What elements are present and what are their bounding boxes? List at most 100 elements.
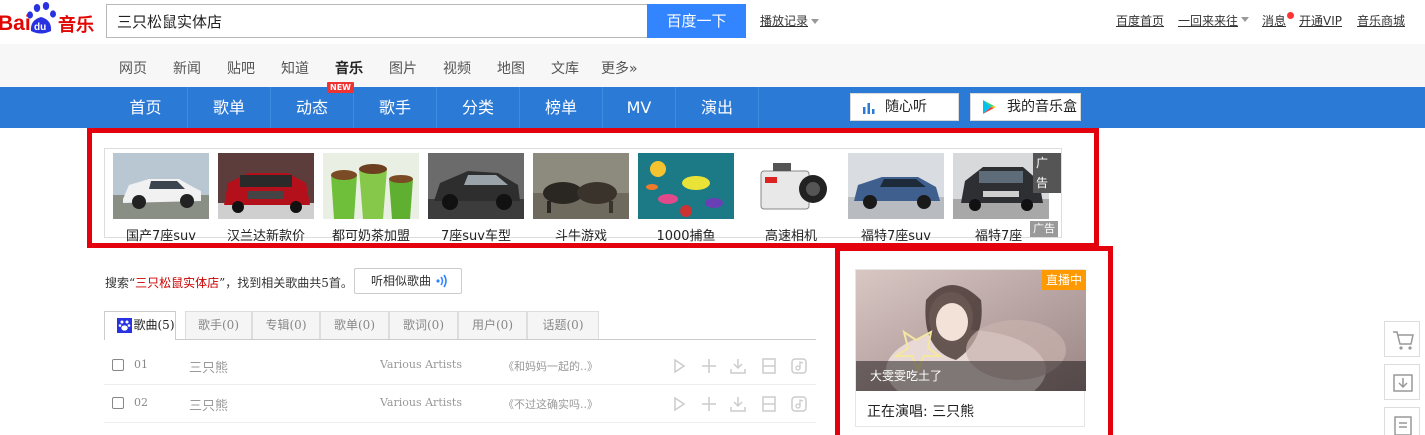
song-number: 01	[134, 358, 148, 371]
notification-dot	[1287, 12, 1294, 19]
ad-image-milk-tea	[323, 153, 419, 219]
ad-item[interactable]: 1000捕鱼	[638, 153, 734, 244]
ad-caption: 斗牛游戏	[554, 229, 607, 244]
download-icon[interactable]	[729, 395, 747, 413]
channel-more[interactable]: 更多»	[601, 58, 638, 78]
song-title[interactable]: 三只熊	[189, 395, 228, 414]
search-input[interactable]	[106, 4, 647, 38]
ad-caption: 都可奶茶加盟	[331, 229, 410, 244]
download-tool-button[interactable]	[1384, 364, 1420, 400]
result-tabs: 歌曲(5) 歌手(0) 专辑(0) 歌单(0) 歌词(0) 用户(0) 话题(0…	[104, 311, 816, 340]
song-album[interactable]: 《不过这确实吗..》	[503, 396, 598, 412]
my-music-box-button[interactable]: 我的音乐盒	[970, 93, 1081, 121]
add-icon[interactable]	[700, 395, 718, 413]
nav-categories[interactable]: 分类	[437, 87, 520, 128]
collect-icon[interactable]	[760, 395, 778, 413]
listen-similar-button[interactable]: 听相似歌曲	[354, 268, 462, 294]
play-history-label: 播放记录	[760, 14, 809, 28]
tab-topics[interactable]: 话题(0)	[527, 311, 599, 339]
nav-feed[interactable]: 动态	[271, 87, 354, 128]
nav-playlists[interactable]: 歌单	[188, 87, 271, 128]
channel-wenku[interactable]: 文库	[551, 58, 579, 78]
ad-caption: 高速相机	[764, 229, 817, 244]
song-row[interactable]: 01 三只熊 Various Artists 《和妈妈一起的..》	[104, 347, 816, 385]
ad-caption: 福特7座suv	[861, 229, 931, 244]
random-listen-button[interactable]: 随心听	[850, 93, 959, 121]
live-thumbnail[interactable]: 直播中 大雯雯吃土了	[856, 270, 1086, 391]
ad-item[interactable]: 7座suv车型	[428, 153, 524, 244]
live-card[interactable]: 直播中 大雯雯吃土了 正在演唱: 三只熊	[855, 269, 1086, 427]
notes-icon	[1394, 416, 1412, 435]
live-status-badge: 直播中	[1041, 270, 1086, 290]
music-mall-link[interactable]: 音乐商城	[1357, 12, 1405, 29]
channel-tieba[interactable]: 贴吧	[227, 58, 255, 78]
ad-image-suv	[113, 153, 209, 219]
song-row[interactable]: 02 三只熊 Various Artists 《不过这确实吗..》	[104, 385, 816, 423]
open-vip-link[interactable]: 开通VIP	[1299, 12, 1342, 29]
ad-item[interactable]: 都可奶茶加盟	[323, 153, 419, 244]
download-box-icon	[1393, 374, 1413, 392]
nav-singers[interactable]: 歌手	[354, 87, 437, 128]
tab-albums[interactable]: 专辑(0)	[252, 311, 320, 339]
channel-images[interactable]: 图片	[389, 58, 417, 78]
song-title[interactable]: 三只熊	[189, 357, 228, 376]
channel-nav: 网页 新闻 贴吧 知道 音乐 图片 视频 地图 文库 更多»	[0, 44, 1425, 87]
tab-songs-label: 歌曲(5)	[133, 318, 175, 332]
tab-songs[interactable]: 歌曲(5)	[104, 311, 176, 340]
ad-item[interactable]: 福特7座suv	[848, 153, 944, 244]
play-history-link[interactable]: 播放记录	[760, 12, 820, 29]
ad-strip: 国产7座suv 汉兰达新款价 都可奶茶加盟 7座suv车型 斗牛游戏 1000捕…	[104, 148, 1062, 244]
ad-label-badge: 广告	[1030, 221, 1058, 237]
tab-users[interactable]: 用户(0)	[458, 311, 527, 339]
ad-image-red-suv	[218, 153, 314, 219]
result-suffix: ”，找到相关歌曲共5首。	[219, 276, 353, 290]
now-playing-text: 正在演唱: 三只熊	[867, 404, 975, 420]
nav-mv[interactable]: MV	[603, 87, 676, 128]
feedback-tool-button[interactable]	[1384, 407, 1420, 435]
search-button[interactable]: 百度一下	[647, 4, 746, 38]
channel-zhidao[interactable]: 知道	[281, 58, 309, 78]
baidu-home-link[interactable]: 百度首页	[1116, 12, 1164, 29]
channel-web[interactable]: 网页	[119, 58, 147, 78]
nav-charts[interactable]: 榜单	[520, 87, 603, 128]
song-artist[interactable]: Various Artists	[380, 358, 462, 371]
tab-playlists[interactable]: 歌单(0)	[320, 311, 389, 339]
share-music-icon[interactable]	[790, 357, 808, 375]
ad-image-fishing-game	[638, 153, 734, 219]
tab-lyrics[interactable]: 歌词(0)	[389, 311, 458, 339]
nav-home[interactable]: 首页	[104, 87, 188, 128]
cart-tool-button[interactable]	[1384, 321, 1420, 357]
song-artist[interactable]: Various Artists	[380, 396, 462, 409]
song-album[interactable]: 《和妈妈一起的..》	[503, 358, 598, 374]
baidu-music-logo[interactable]: Bai du 音乐	[0, 0, 100, 40]
song-checkbox[interactable]	[112, 359, 124, 371]
add-icon[interactable]	[700, 357, 718, 375]
ad-item[interactable]: 汉兰达新款价	[218, 153, 314, 244]
user-menu-link[interactable]: 一回来来往	[1178, 12, 1238, 29]
ad-caption: 汉兰达新款价	[226, 229, 305, 244]
collect-icon[interactable]	[760, 357, 778, 375]
ad-item[interactable]: 国产7座suv	[113, 153, 209, 244]
cart-icon	[1393, 331, 1414, 350]
ad-item[interactable]: 斗牛游戏	[533, 153, 629, 244]
random-listen-label: 随心听	[885, 99, 927, 115]
play-icon[interactable]	[670, 395, 688, 413]
tab-singers[interactable]: 歌手(0)	[185, 311, 252, 339]
play-icon[interactable]	[670, 357, 688, 375]
result-keyword[interactable]: 三只松鼠实体店	[135, 276, 219, 290]
channel-news[interactable]: 新闻	[173, 58, 201, 78]
ad-image-dark-suv	[428, 153, 524, 219]
ad-caption: 1000捕鱼	[656, 229, 716, 244]
ad-item[interactable]: 高速相机	[743, 153, 839, 244]
share-music-icon[interactable]	[790, 395, 808, 413]
channel-video[interactable]: 视频	[443, 58, 471, 78]
my-music-box-label: 我的音乐盒	[1007, 99, 1077, 115]
messages-link[interactable]: 消息	[1262, 12, 1286, 29]
channel-map[interactable]: 地图	[497, 58, 525, 78]
bar-chart-icon	[863, 103, 875, 114]
song-checkbox[interactable]	[112, 397, 124, 409]
result-summary: 搜索“三只松鼠实体店”，找到相关歌曲共5首。	[105, 274, 353, 291]
channel-music[interactable]: 音乐	[335, 58, 363, 78]
download-icon[interactable]	[729, 357, 747, 375]
nav-shows[interactable]: 演出	[676, 87, 759, 128]
